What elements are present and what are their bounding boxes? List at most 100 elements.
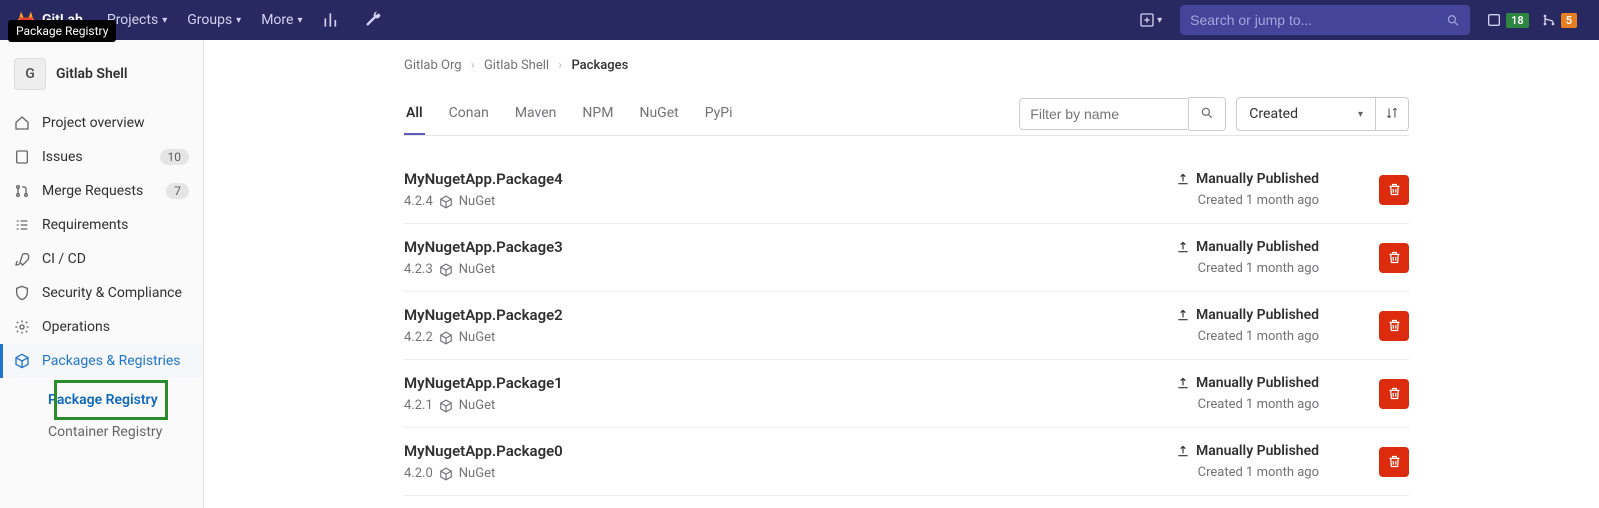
sidebar-item-requirements[interactable]: Requirements	[0, 208, 203, 242]
tab-maven[interactable]: Maven	[513, 93, 559, 135]
breadcrumb-project[interactable]: Gitlab Shell	[484, 58, 549, 73]
sidebar-item-label: Security & Compliance	[42, 285, 182, 301]
publish-label: Manually Published	[1196, 239, 1319, 255]
package-name[interactable]: MyNugetApp.Package1	[404, 374, 1176, 392]
trash-icon	[1387, 250, 1402, 265]
chevron-right-icon: ›	[471, 58, 475, 73]
sub-item-label: Container Registry	[48, 424, 162, 440]
wrench-icon	[362, 10, 382, 30]
breadcrumb-org[interactable]: Gitlab Org	[404, 58, 462, 73]
issues-badge: 10	[160, 149, 190, 165]
sidebar-item-label: Packages & Registries	[42, 353, 181, 369]
issues-badge[interactable]: 18	[1480, 6, 1535, 34]
package-type: NuGet	[459, 330, 495, 345]
nav-more[interactable]: More▾	[251, 0, 312, 40]
chevron-down-icon: ▾	[162, 15, 167, 26]
package-icon	[439, 195, 453, 209]
publish-label: Manually Published	[1196, 375, 1319, 391]
search-icon	[1446, 13, 1460, 28]
issues-icon	[14, 149, 30, 165]
sidebar-item-label: Project overview	[42, 115, 145, 131]
merge-icon	[1541, 12, 1557, 28]
package-icon	[439, 263, 453, 277]
tab-conan[interactable]: Conan	[447, 93, 491, 135]
package-name[interactable]: MyNugetApp.Package2	[404, 306, 1176, 324]
sidebar-item-operations[interactable]: Operations	[0, 310, 203, 344]
delete-button[interactable]	[1379, 175, 1409, 205]
tooltip: Package Registry	[8, 20, 116, 42]
trash-icon	[1387, 318, 1402, 333]
sidebar-item-cicd[interactable]: CI / CD	[0, 242, 203, 276]
package-icon	[439, 331, 453, 345]
project-header[interactable]: G Gitlab Shell	[0, 48, 203, 100]
tab-nuget[interactable]: NuGet	[637, 93, 680, 135]
mr-badge: 7	[166, 183, 189, 199]
sidebar-item-merge-requests[interactable]: Merge Requests 7	[0, 174, 203, 208]
chevron-right-icon: ›	[558, 58, 562, 73]
sort-select[interactable]: Created ▾	[1236, 97, 1376, 131]
package-time: Created 1 month ago	[1176, 261, 1319, 276]
delete-button[interactable]	[1379, 379, 1409, 409]
package-row: MyNugetApp.Package3 4.2.3 NuGet Manually…	[404, 224, 1409, 292]
issues-icon	[1486, 12, 1502, 28]
admin-button[interactable]	[352, 0, 392, 40]
tab-all[interactable]: All	[404, 93, 425, 135]
tabs: All Conan Maven NPM NuGet PyPi	[404, 93, 735, 135]
sidebar-item-security[interactable]: Security & Compliance	[0, 276, 203, 310]
package-row: MyNugetApp.Package1 4.2.1 NuGet Manually…	[404, 360, 1409, 428]
upload-icon	[1176, 376, 1190, 390]
new-button[interactable]: ▾	[1131, 6, 1170, 34]
filter-input[interactable]	[1019, 98, 1189, 130]
project-avatar: G	[14, 58, 46, 90]
publish-label: Manually Published	[1196, 307, 1319, 323]
sidebar-item-issues[interactable]: Issues 10	[0, 140, 203, 174]
delete-button[interactable]	[1379, 447, 1409, 477]
home-icon	[14, 115, 30, 131]
publish-label: Manually Published	[1196, 443, 1319, 459]
search-box[interactable]	[1180, 5, 1470, 35]
sub-item-label: Package Registry	[48, 392, 158, 408]
mr-badge[interactable]: 5	[1535, 6, 1583, 34]
tab-pypi[interactable]: PyPi	[703, 93, 735, 135]
rocket-icon	[14, 251, 30, 267]
package-name[interactable]: MyNugetApp.Package3	[404, 238, 1176, 256]
trash-icon	[1387, 386, 1402, 401]
delete-button[interactable]	[1379, 243, 1409, 273]
sub-item-container-registry[interactable]: Container Registry	[34, 416, 203, 448]
search-input[interactable]	[1190, 12, 1446, 28]
package-name[interactable]: MyNugetApp.Package0	[404, 442, 1176, 460]
tab-npm[interactable]: NPM	[580, 93, 615, 135]
sub-item-package-registry[interactable]: Package Registry	[34, 384, 203, 416]
package-row: MyNugetApp.Package2 4.2.2 NuGet Manually…	[404, 292, 1409, 360]
trash-icon	[1387, 454, 1402, 469]
merge-icon	[14, 183, 30, 199]
sort-direction-button[interactable]	[1376, 97, 1409, 131]
mr-count: 5	[1561, 13, 1577, 28]
sidebar-item-label: Requirements	[42, 217, 128, 233]
chevron-down-icon: ▾	[236, 15, 241, 26]
sidebar-item-label: CI / CD	[42, 251, 86, 267]
sidebar: G Gitlab Shell Project overview Issues 1…	[0, 40, 204, 508]
delete-button[interactable]	[1379, 311, 1409, 341]
package-row: MyNugetApp.Package4 4.2.4 NuGet Manually…	[404, 156, 1409, 224]
sidebar-item-label: Issues	[42, 149, 83, 165]
package-type: NuGet	[459, 466, 495, 481]
activity-button[interactable]	[312, 0, 352, 40]
upload-icon	[1176, 308, 1190, 322]
filter-search-button[interactable]	[1189, 97, 1226, 131]
nav-groups[interactable]: Groups▾	[177, 0, 251, 40]
chevron-down-icon: ▾	[1358, 109, 1363, 120]
package-row: MyNugetApp.Package0 4.2.0 NuGet Manually…	[404, 428, 1409, 496]
sidebar-item-packages[interactable]: Packages & Registries	[0, 344, 203, 378]
package-icon	[439, 399, 453, 413]
package-version: 4.2.3	[404, 262, 433, 277]
package-icon	[14, 353, 30, 369]
sidebar-item-label: Merge Requests	[42, 183, 143, 199]
upload-icon	[1176, 444, 1190, 458]
sidebar-item-overview[interactable]: Project overview	[0, 106, 203, 140]
package-name[interactable]: MyNugetApp.Package4	[404, 170, 1176, 188]
list-icon	[14, 217, 30, 233]
gear-icon	[14, 319, 30, 335]
package-type: NuGet	[459, 398, 495, 413]
publish-label: Manually Published	[1196, 171, 1319, 187]
